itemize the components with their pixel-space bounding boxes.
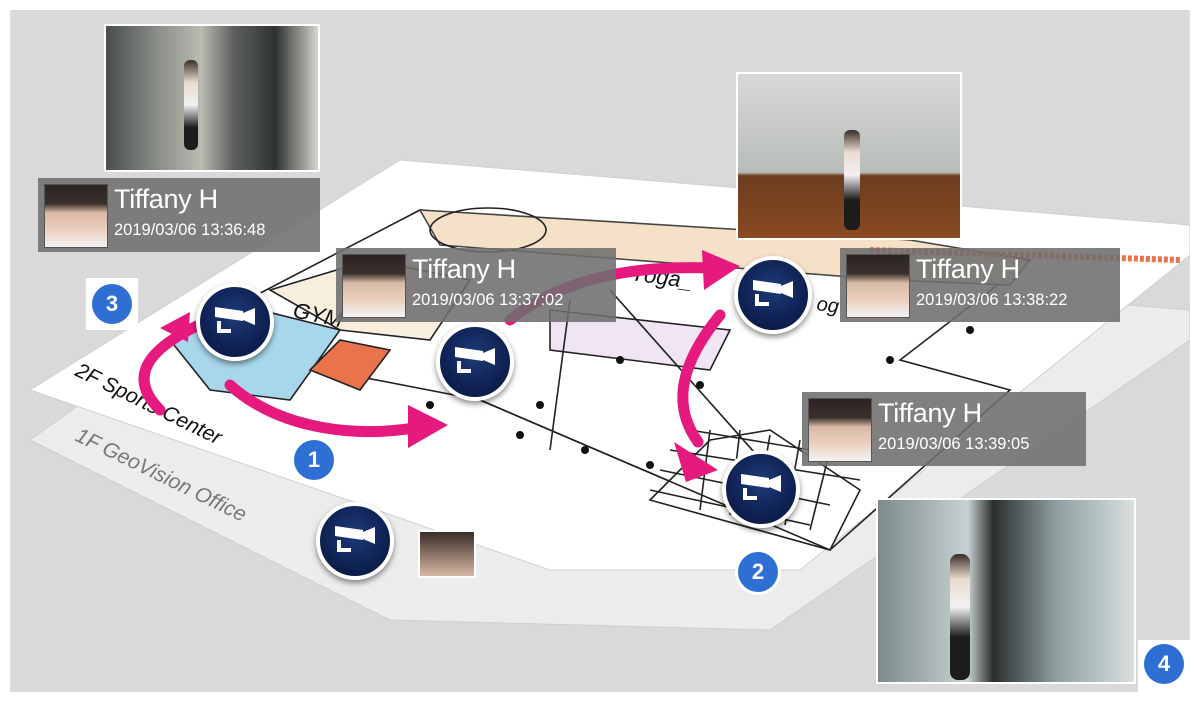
track-label-step-3[interactable]: Tiffany H 2019/03/06 13:36:48	[38, 178, 320, 252]
timestamp: 2019/03/06 13:36:48	[114, 221, 266, 239]
camera-icon	[741, 474, 781, 500]
camera-icon	[335, 526, 375, 552]
face-thumbnail	[342, 254, 406, 318]
timestamp: 2019/03/06 13:39:05	[878, 435, 1030, 453]
person-figure	[844, 130, 860, 230]
person-name: Tiffany H	[916, 254, 1020, 284]
timestamp: 2019/03/06 13:37:02	[412, 291, 564, 309]
camera-snapshot-corridor[interactable]	[104, 24, 320, 172]
face-thumbnail	[44, 184, 108, 248]
person-figure	[950, 554, 970, 680]
person-figure	[184, 60, 198, 150]
camera-icon	[455, 347, 495, 373]
face-thumbnail	[808, 398, 872, 462]
person-name: Tiffany H	[878, 398, 982, 428]
track-label-step-4[interactable]: Tiffany H 2019/03/06 13:38:22	[840, 248, 1120, 322]
step-badge-2: 2	[738, 552, 778, 592]
step-badge-1: 1	[294, 440, 334, 480]
timestamp: 2019/03/06 13:38:22	[916, 291, 1068, 309]
camera-marker-2[interactable]	[436, 323, 514, 401]
camera-snapshot-lobby[interactable]	[876, 498, 1136, 684]
camera-marker-1[interactable]	[196, 283, 274, 361]
map-stage: GYM Yoga_ og 2F Sports Center 1F GeoVisi…	[10, 10, 1190, 692]
person-name: Tiffany H	[412, 254, 516, 284]
step-badge-4: 4	[1144, 644, 1184, 684]
step-badge-3: 3	[92, 284, 132, 324]
person-name: Tiffany H	[114, 184, 218, 214]
camera-icon	[215, 307, 255, 333]
face-thumbnail	[846, 254, 910, 318]
camera-marker-1f[interactable]	[316, 502, 394, 580]
room-label-yoga-2: og	[815, 293, 840, 318]
track-label-step-2[interactable]: Tiffany H 2019/03/06 13:39:05	[802, 392, 1086, 466]
camera-marker-4[interactable]	[722, 450, 800, 528]
camera-marker-3[interactable]	[734, 256, 812, 334]
track-label-step-1[interactable]: Tiffany H 2019/03/06 13:37:02	[336, 248, 616, 322]
camera-snapshot-partial[interactable]	[418, 530, 476, 578]
camera-snapshot-gym[interactable]	[736, 72, 962, 240]
camera-icon	[753, 280, 793, 306]
